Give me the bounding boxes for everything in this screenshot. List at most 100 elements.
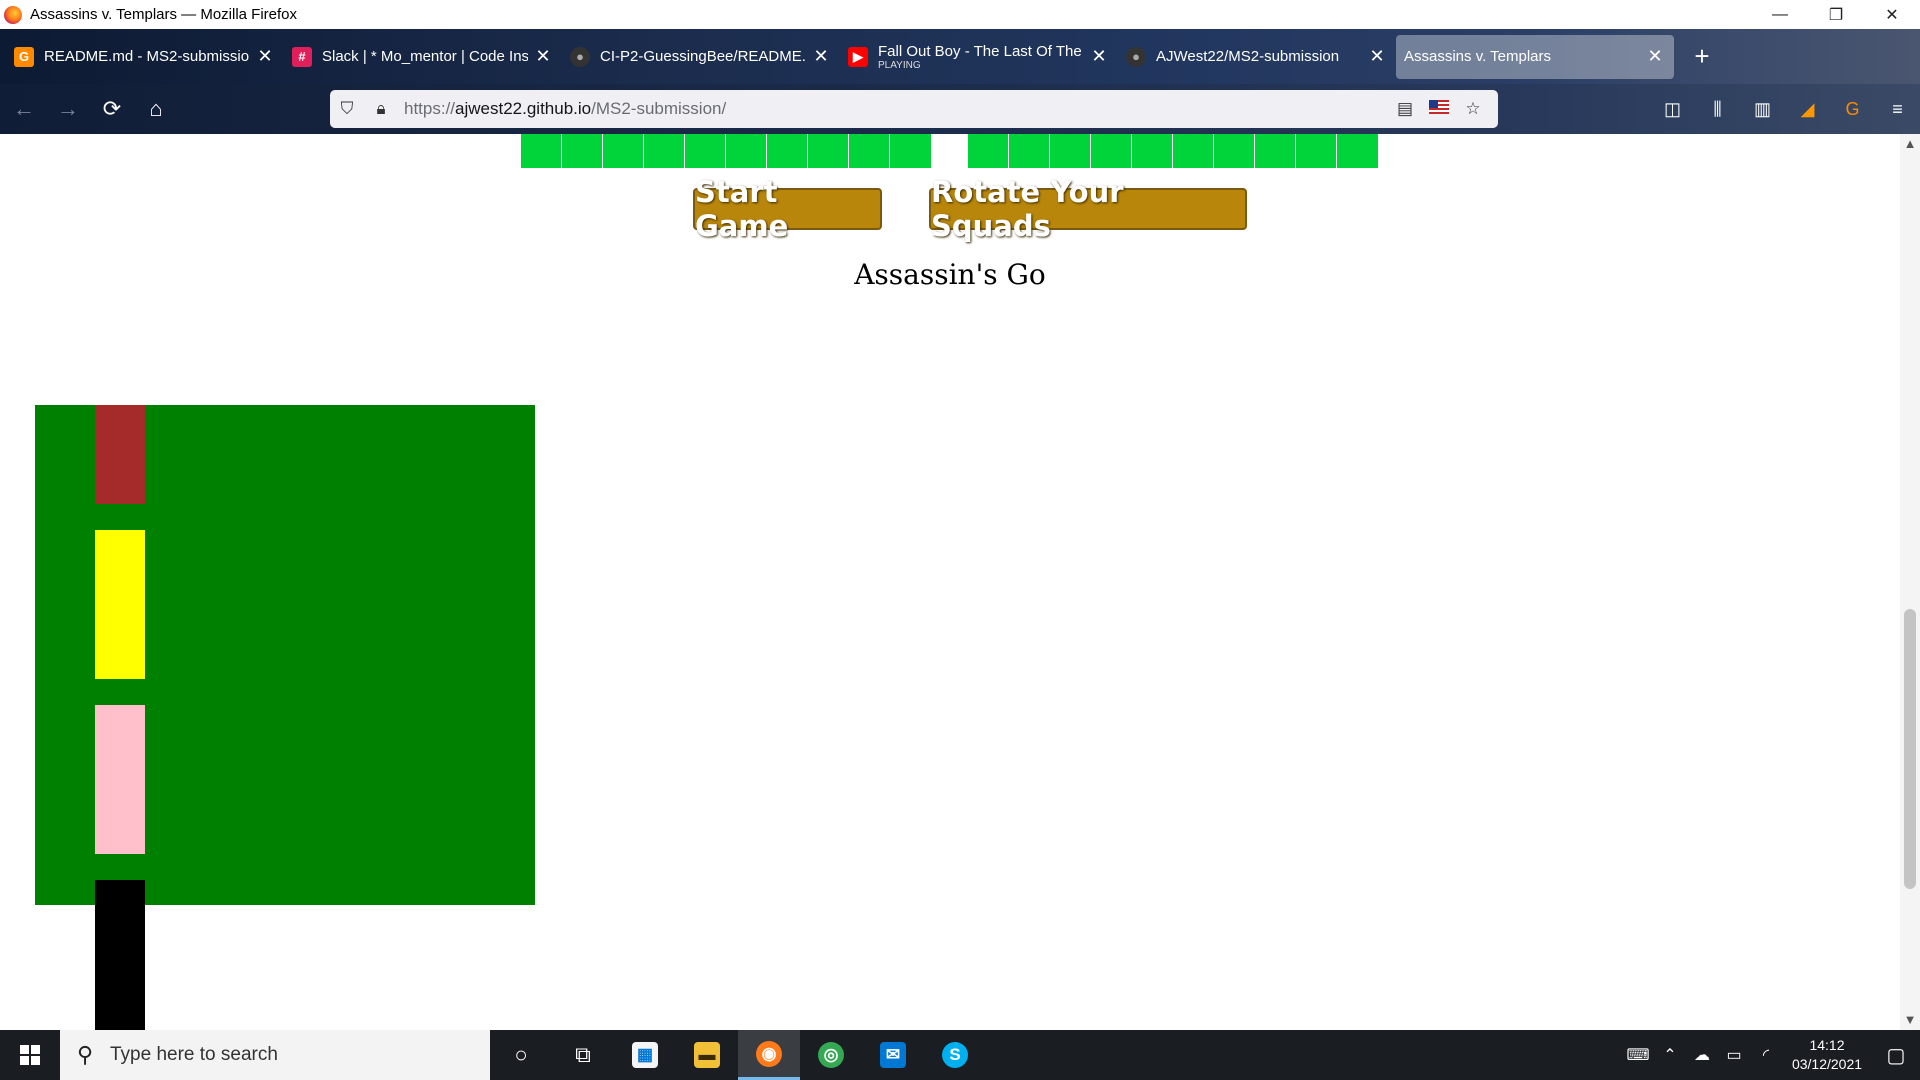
- home-button[interactable]: ⌂: [136, 89, 176, 129]
- keyboard-icon[interactable]: ⌨: [1622, 1045, 1654, 1065]
- scroll-up-icon[interactable]: ▲: [1900, 134, 1920, 154]
- grid-cell[interactable]: [1091, 134, 1132, 168]
- black-piece[interactable]: [95, 880, 145, 1030]
- grid-cell[interactable]: [1214, 134, 1255, 168]
- window-title-bar: Assassins v. Templars — Mozilla Firefox …: [0, 0, 1920, 29]
- skype-icon[interactable]: S: [924, 1030, 986, 1080]
- grid-cell[interactable]: [767, 134, 808, 168]
- rotate-squads-button[interactable]: Rotate Your Squads: [929, 175, 1247, 243]
- url-scheme: https://: [404, 99, 456, 118]
- tab-label: Assassins v. Templars: [1404, 48, 1551, 65]
- squad-board: [35, 405, 535, 905]
- menu-icon[interactable]: ≡: [1875, 99, 1920, 120]
- mail-icon[interactable]: ✉: [862, 1030, 924, 1080]
- grid-cell[interactable]: [1132, 134, 1173, 168]
- start-button[interactable]: [0, 1030, 60, 1080]
- grid-cell[interactable]: [1173, 134, 1214, 168]
- tab-youtube[interactable]: ▶ Fall Out Boy - The Last Of The R PLAYI…: [840, 35, 1118, 79]
- grid-cell[interactable]: [603, 134, 644, 168]
- taskbar-search[interactable]: ⚲ Type here to search: [60, 1030, 490, 1080]
- grid-cell[interactable]: [890, 134, 931, 168]
- tab-assassins-templars[interactable]: Assassins v. Templars ✕: [1396, 34, 1674, 79]
- cortana-icon[interactable]: ○: [490, 1030, 552, 1080]
- red-piece[interactable]: [95, 405, 145, 504]
- translate-flag-icon[interactable]: [1422, 99, 1456, 119]
- tab-label: Fall Out Boy - The Last Of The R PLAYING: [878, 43, 1084, 71]
- grid-cell[interactable]: [521, 134, 562, 168]
- tab-ms2-repo[interactable]: ● AJWest22/MS2-submission ✕: [1118, 35, 1396, 79]
- file-explorer-icon[interactable]: ▬: [676, 1030, 738, 1080]
- new-tab-button[interactable]: +: [1682, 41, 1722, 72]
- tab-slack[interactable]: # Slack | * Mo_mentor | Code Insti ✕: [284, 35, 562, 79]
- firefox-logo-icon: [4, 5, 22, 24]
- yellow-piece[interactable]: [95, 530, 145, 679]
- task-view-icon[interactable]: ⧉: [552, 1030, 614, 1080]
- grid-cell[interactable]: [968, 134, 1009, 168]
- forward-button[interactable]: →: [48, 89, 88, 129]
- battery-icon[interactable]: ▭: [1718, 1045, 1750, 1065]
- tab-strip: G README.md - MS2-submission ✕ # Slack |…: [0, 29, 1920, 84]
- grid-cell[interactable]: [726, 134, 767, 168]
- tab-close-icon[interactable]: ✕: [812, 46, 830, 67]
- tab-close-icon[interactable]: ✕: [1368, 46, 1386, 67]
- notification-center-icon[interactable]: ▢: [1872, 1043, 1920, 1068]
- tab-close-icon[interactable]: ✕: [256, 46, 274, 67]
- scroll-down-icon[interactable]: ▼: [1900, 1010, 1920, 1030]
- gitpod-extension-icon[interactable]: G: [1830, 99, 1875, 120]
- pocket-icon[interactable]: ◫: [1650, 99, 1695, 120]
- grid-cell[interactable]: [1255, 134, 1296, 168]
- grid-cell[interactable]: [562, 134, 603, 168]
- grid-cell[interactable]: [644, 134, 685, 168]
- sidebar-icon[interactable]: ▥: [1740, 99, 1785, 120]
- grid-cell[interactable]: [1009, 134, 1050, 168]
- youtube-icon: ▶: [848, 46, 868, 67]
- start-game-button[interactable]: Start Game: [693, 175, 882, 243]
- url-bar[interactable]: ⛉ 🔒︎ https://ajwest22.github.io/MS2-subm…: [330, 90, 1498, 128]
- extension-icon[interactable]: ◢: [1785, 99, 1830, 120]
- scroll-thumb[interactable]: [1904, 609, 1916, 889]
- minimize-button[interactable]: —: [1752, 0, 1808, 29]
- firefox-taskbar-icon[interactable]: ◉: [738, 1030, 800, 1080]
- reload-button[interactable]: ⟳: [92, 89, 132, 129]
- grid-cell[interactable]: [1050, 134, 1091, 168]
- tab-close-icon[interactable]: ✕: [534, 46, 552, 67]
- page-scrollbar[interactable]: ▲ ▼: [1900, 134, 1920, 1030]
- tab-guessingbee[interactable]: ● CI-P2-GuessingBee/README.m ✕: [562, 35, 840, 79]
- library-icon[interactable]: ⫼: [1695, 99, 1740, 120]
- grid-cell[interactable]: [808, 134, 849, 168]
- close-window-button[interactable]: ✕: [1864, 0, 1920, 29]
- reader-view-icon[interactable]: ▤: [1388, 99, 1422, 119]
- taskbar-clock[interactable]: 14:12 03/12/2021: [1782, 1036, 1872, 1074]
- wifi-icon[interactable]: ◜: [1750, 1045, 1782, 1065]
- shield-icon[interactable]: ⛉: [330, 99, 364, 119]
- gitpod-icon: G: [14, 46, 34, 67]
- restore-button[interactable]: ❐: [1808, 0, 1864, 29]
- tab-close-icon[interactable]: ✕: [1646, 46, 1664, 67]
- tab-title: Fall Out Boy - The Last Of The R: [878, 42, 1084, 60]
- bookmark-star-icon[interactable]: ☆: [1456, 99, 1490, 119]
- grid-cell[interactable]: [1296, 134, 1337, 168]
- tab-label: CI-P2-GuessingBee/README.m: [600, 48, 806, 65]
- window-title: Assassins v. Templars — Mozilla Firefox: [30, 6, 298, 23]
- tab-close-icon[interactable]: ✕: [1090, 46, 1108, 67]
- store-icon[interactable]: ▦: [614, 1030, 676, 1080]
- url-path: /MS2-submission/: [591, 99, 727, 118]
- grid-cell[interactable]: [685, 134, 726, 168]
- show-hidden-icons-icon[interactable]: ⌃: [1654, 1045, 1686, 1065]
- onedrive-icon[interactable]: ☁: [1686, 1045, 1718, 1065]
- page-content: Start Game Rotate Your Squads Assassin's…: [0, 134, 1900, 1030]
- back-button[interactable]: ←: [4, 89, 44, 129]
- chrome-icon[interactable]: ◎: [800, 1030, 862, 1080]
- search-placeholder: Type here to search: [110, 1044, 278, 1065]
- url-host: ajwest22.github.io: [455, 99, 592, 118]
- clock-time: 14:12: [1809, 1037, 1845, 1053]
- grid-cell[interactable]: [1337, 134, 1378, 168]
- lock-icon[interactable]: 🔒︎: [364, 99, 398, 119]
- url-bar-actions: ▤ ☆: [1388, 90, 1490, 128]
- tab-readme[interactable]: G README.md - MS2-submission ✕: [6, 35, 284, 79]
- grid-cell[interactable]: [849, 134, 890, 168]
- turn-indicator-heading: Assassin's Go: [854, 258, 1046, 291]
- pink-piece[interactable]: [95, 705, 145, 854]
- url-text[interactable]: https://ajwest22.github.io/MS2-submissio…: [404, 99, 726, 119]
- search-icon: ⚲: [76, 1042, 94, 1067]
